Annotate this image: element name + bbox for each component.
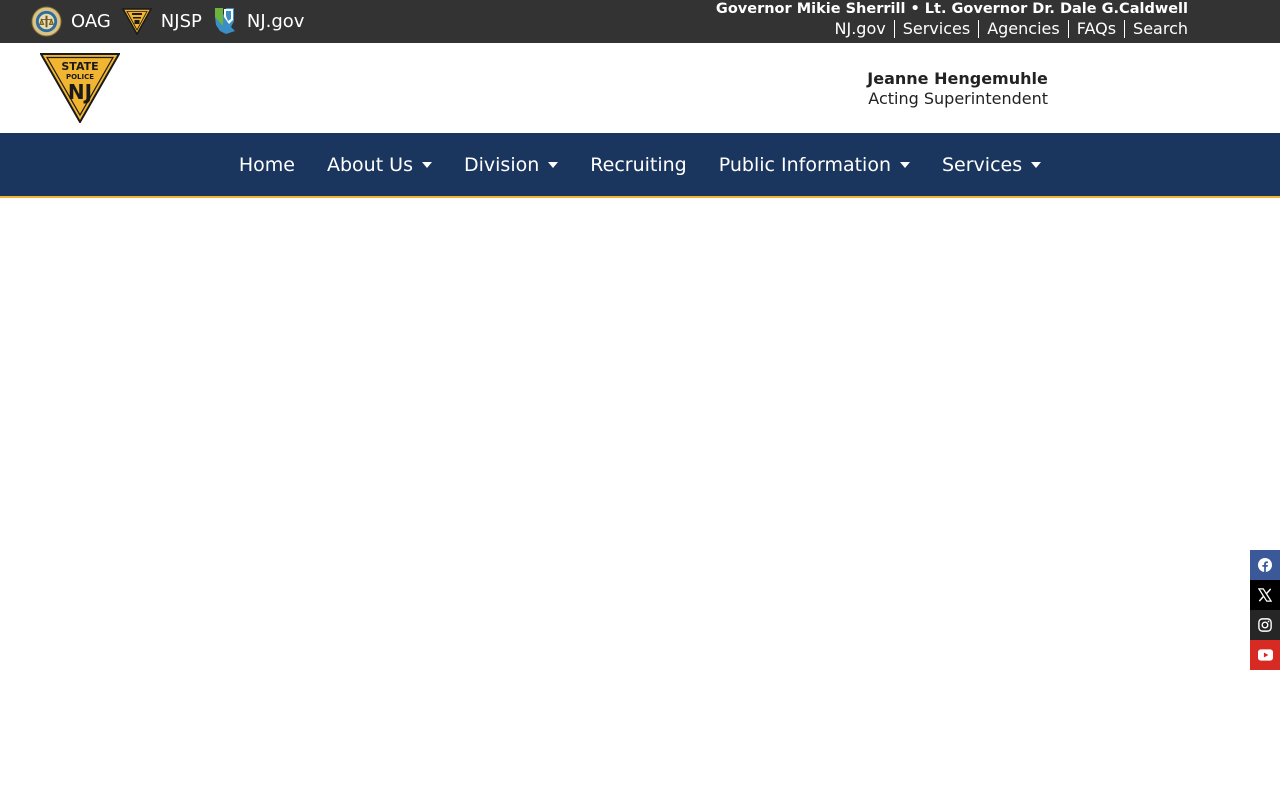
nav-item-label: Recruiting bbox=[590, 153, 687, 176]
nav-item-home[interactable]: Home bbox=[223, 133, 311, 196]
nav-item-division[interactable]: Division bbox=[448, 133, 574, 196]
utility-link-agencies[interactable]: Agencies bbox=[978, 20, 1068, 38]
x-link[interactable] bbox=[1250, 580, 1280, 610]
superintendent-title: Acting Superintendent bbox=[868, 89, 1048, 108]
oag-link[interactable]: OAG bbox=[30, 5, 111, 37]
nj-gov-label: NJ.gov bbox=[246, 10, 305, 32]
nav-item-label: Public Information bbox=[718, 153, 891, 176]
nav-item-label: Division bbox=[464, 153, 540, 176]
social-sidebar bbox=[1250, 550, 1280, 670]
caret-down-icon bbox=[422, 161, 432, 168]
superintendent-block: Jeanne Hengemuhle Acting Superintendent bbox=[867, 69, 1048, 108]
site-header: STATE POLICE NJ Jeanne Hengemuhle Acting… bbox=[0, 43, 1280, 133]
main-nav: Home About Us Division Recruiting Public… bbox=[0, 133, 1280, 198]
njsp-badge-icon bbox=[121, 5, 153, 37]
njsp-label: NJSP bbox=[160, 10, 202, 32]
instagram-icon bbox=[1258, 618, 1272, 632]
youtube-link[interactable] bbox=[1250, 640, 1280, 670]
state-police-nj-badge-icon[interactable]: STATE POLICE NJ bbox=[39, 53, 121, 125]
instagram-link[interactable] bbox=[1250, 610, 1280, 640]
topbar-right: Governor Mikie Sherrill • Lt. Governor D… bbox=[716, 0, 1188, 38]
caret-down-icon bbox=[900, 161, 910, 168]
caret-down-icon bbox=[548, 161, 559, 168]
caret-down-icon bbox=[1031, 161, 1042, 168]
nj-state-icon bbox=[212, 5, 238, 37]
nav-item-services[interactable]: Services bbox=[926, 133, 1057, 196]
utility-nav: NJ.gov Services Agencies FAQs Search bbox=[716, 20, 1188, 38]
facebook-link[interactable] bbox=[1250, 550, 1280, 580]
utility-link-services[interactable]: Services bbox=[893, 20, 978, 38]
facebook-icon bbox=[1258, 558, 1272, 572]
utility-link-njgov[interactable]: NJ.gov bbox=[827, 20, 894, 38]
utility-link-search[interactable]: Search bbox=[1124, 20, 1188, 38]
nav-item-label: About Us bbox=[326, 153, 413, 176]
oag-seal-icon bbox=[30, 5, 62, 37]
nj-gov-link[interactable]: NJ.gov bbox=[212, 5, 305, 37]
svg-text:NJ: NJ bbox=[68, 80, 92, 104]
x-icon bbox=[1258, 588, 1272, 602]
governor-line: Governor Mikie Sherrill • Lt. Governor D… bbox=[715, 1, 1188, 17]
nav-item-label: Services bbox=[942, 153, 1023, 176]
nav-item-about-us[interactable]: About Us bbox=[311, 133, 448, 196]
superintendent-name: Jeanne Hengemuhle bbox=[867, 69, 1048, 88]
brand-links: OAG NJSP NJ.gov bbox=[30, 5, 314, 37]
svg-text:STATE: STATE bbox=[61, 60, 98, 73]
top-utility-bar: OAG NJSP NJ.gov Governor Mikie Sherrill … bbox=[0, 0, 1280, 43]
oag-label: OAG bbox=[71, 10, 111, 32]
nav-item-recruiting[interactable]: Recruiting bbox=[574, 133, 702, 196]
nav-item-public-information[interactable]: Public Information bbox=[703, 133, 926, 196]
youtube-icon bbox=[1257, 649, 1273, 661]
utility-link-faqs[interactable]: FAQs bbox=[1067, 20, 1124, 38]
nav-item-label: Home bbox=[238, 153, 295, 176]
njsp-link[interactable]: NJSP bbox=[121, 5, 202, 37]
